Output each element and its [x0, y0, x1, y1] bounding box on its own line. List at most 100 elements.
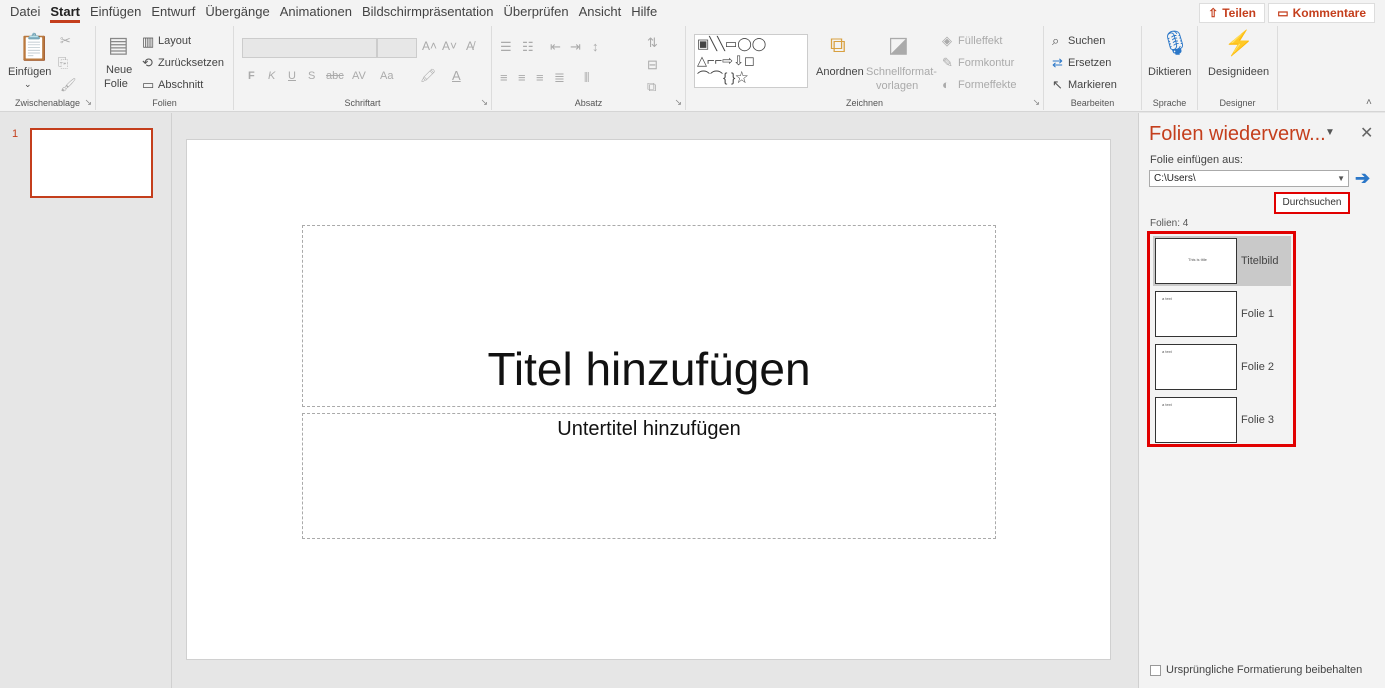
font-name-combo[interactable] [242, 38, 377, 58]
slide-thumbnail-1[interactable] [30, 128, 153, 198]
reset-button[interactable]: Zurücksetzen [158, 57, 224, 69]
go-arrow-icon[interactable]: ➔ [1355, 168, 1370, 189]
shrink-font-icon[interactable]: A˅ [442, 40, 457, 52]
shadow-button[interactable]: S [308, 70, 315, 82]
new-slide-icon[interactable]: ▤ [108, 34, 129, 56]
pane-options-icon[interactable]: ▼ [1325, 127, 1335, 138]
bullets-icon[interactable]: ☰ [500, 40, 512, 53]
font-color-icon[interactable]: A [452, 69, 461, 82]
keep-formatting-option[interactable]: Ursprüngliche Formatierung beibehalten [1150, 664, 1362, 676]
font-size-combo[interactable] [377, 38, 417, 58]
paragraph-launcher-icon[interactable]: ↘ [674, 97, 682, 108]
group-voice: 🎙 Diktieren Sprache [1142, 26, 1198, 110]
grow-font-icon[interactable]: A˄ [422, 40, 437, 52]
strikethrough-button[interactable]: abc [326, 70, 344, 82]
italic-button[interactable]: K [268, 70, 275, 82]
design-ideas-button[interactable]: Designideen [1208, 66, 1269, 78]
drawing-launcher-icon[interactable]: ↘ [1032, 97, 1040, 108]
path-input[interactable]: C:\Users\ ▼ [1149, 170, 1349, 187]
menu-animationen[interactable]: Animationen [280, 0, 362, 24]
decrease-indent-icon[interactable]: ⇤ [550, 40, 561, 53]
collapse-ribbon-icon[interactable]: ˄ [1366, 98, 1372, 108]
drawing-group-label: Zeichnen [845, 98, 884, 108]
increase-indent-icon[interactable]: ⇥ [570, 40, 581, 53]
arrange-icon[interactable]: ⧉ [830, 34, 846, 56]
quick-styles-icon[interactable]: ◪ [888, 34, 909, 56]
clipboard-launcher-icon[interactable]: ↘ [84, 97, 92, 108]
char-spacing-button[interactable]: AV [352, 70, 366, 82]
fill-button[interactable]: Fülleffekt [958, 35, 1002, 47]
outline-icon: ✎ [942, 55, 953, 70]
select-button[interactable]: Markieren [1068, 79, 1117, 91]
section-button[interactable]: Abschnitt [158, 79, 203, 91]
numbering-icon[interactable]: ☷ [522, 40, 534, 53]
highlight-icon[interactable]: 🖍 [420, 69, 437, 82]
align-left-icon[interactable]: ≡ [500, 71, 508, 84]
dictate-button[interactable]: Diktieren [1148, 66, 1191, 78]
line-spacing-icon[interactable]: ↕ [592, 40, 599, 53]
underline-button[interactable]: U [288, 70, 296, 82]
columns-icon[interactable]: ⫴ [584, 71, 589, 84]
thumbnail-number: 1 [12, 128, 19, 140]
align-center-icon[interactable]: ≡ [518, 71, 526, 84]
reset-icon: ⟲ [142, 55, 153, 70]
comments-button[interactable]: ▭ Kommentare [1268, 3, 1375, 23]
replace-button[interactable]: Ersetzen [1068, 57, 1111, 69]
new-slide-label-1[interactable]: Neue [106, 64, 132, 76]
section-icon: ▭ [142, 77, 155, 92]
menu-hilfe[interactable]: Hilfe [631, 0, 667, 24]
share-icon: ⇧ [1208, 6, 1219, 20]
reuse-slide-item[interactable]: a text Folie 3 [1153, 395, 1291, 445]
text-direction-icon[interactable]: ⇅ [647, 36, 658, 49]
menu-datei[interactable]: Datei [10, 0, 50, 24]
title-placeholder[interactable]: Titel hinzufügen [302, 225, 996, 407]
reuse-slide-item[interactable]: a text Folie 2 [1153, 342, 1291, 392]
effects-button[interactable]: Formeffekte [958, 79, 1017, 91]
cut-icon[interactable]: ✂ [60, 34, 71, 47]
menu-entwurf[interactable]: Entwurf [151, 0, 205, 24]
copy-icon[interactable]: ⎘ [58, 56, 68, 69]
change-case-button[interactable]: Aa [380, 70, 393, 82]
menu-einfuegen[interactable]: Einfügen [90, 0, 151, 24]
reuse-slide-thumbnail: a text [1155, 344, 1237, 390]
keep-formatting-checkbox[interactable] [1150, 664, 1161, 676]
new-slide-label-2[interactable]: Folie [104, 78, 128, 90]
menu-ansicht[interactable]: Ansicht [579, 0, 632, 24]
find-button[interactable]: Suchen [1068, 35, 1105, 47]
layout-button[interactable]: Layout [158, 35, 191, 47]
align-text-icon[interactable]: ⊟ [647, 58, 658, 71]
format-painter-icon[interactable]: 🖌 [60, 78, 77, 91]
quick-styles-label-2[interactable]: vorlagen [876, 80, 918, 92]
thumb-text: This is title [1188, 257, 1207, 262]
justify-icon[interactable]: ≣ [554, 71, 565, 84]
reuse-slide-item[interactable]: a text Folie 1 [1153, 289, 1291, 339]
paste-dropdown-icon[interactable]: ⌄ [24, 79, 32, 90]
reuse-slide-item[interactable]: This is title Titelbild [1153, 236, 1291, 286]
paragraph-group-label: Absatz [574, 98, 603, 108]
subtitle-placeholder[interactable]: Untertitel hinzufügen [302, 413, 996, 539]
menu-ueberpruefen[interactable]: Überprüfen [504, 0, 579, 24]
menu-bildschirmpraesentation[interactable]: Bildschirmpräsentation [362, 0, 504, 24]
paste-label[interactable]: Einfügen [8, 66, 51, 78]
smartart-icon[interactable]: ⧉ [647, 80, 656, 93]
clear-format-icon[interactable]: A̸ [466, 40, 474, 52]
shapes-gallery[interactable]: ▣╲╲▭◯◯ △⌐⌐⇨⇩◻ ⌒⌒{ }☆ [694, 34, 808, 88]
arrange-button[interactable]: Anordnen [816, 66, 864, 78]
path-value: C:\Users\ [1154, 173, 1196, 184]
chevron-down-icon[interactable]: ▼ [1337, 171, 1345, 186]
microphone-icon[interactable]: 🎙 [1160, 32, 1190, 56]
menu-uebergaenge[interactable]: Übergänge [205, 0, 279, 24]
outline-button[interactable]: Formkontur [958, 57, 1014, 69]
close-icon[interactable]: ✕ [1360, 123, 1373, 143]
font-launcher-icon[interactable]: ↘ [480, 97, 488, 108]
share-button[interactable]: ⇧ Teilen [1199, 3, 1265, 23]
paste-icon[interactable]: 📋 [18, 34, 50, 60]
browse-button[interactable]: Durchsuchen [1274, 192, 1350, 214]
menu-start[interactable]: Start [50, 0, 90, 24]
align-right-icon[interactable]: ≡ [536, 71, 544, 84]
reuse-slides-pane: Folien wiederverw... ▼ ✕ Folie einfügen … [1138, 113, 1385, 688]
design-ideas-icon[interactable]: ⚡ [1224, 32, 1254, 56]
bold-button[interactable]: F [248, 70, 255, 82]
quick-styles-label-1[interactable]: Schnellformat- [866, 66, 937, 78]
replace-icon: ⇄ [1052, 55, 1063, 70]
